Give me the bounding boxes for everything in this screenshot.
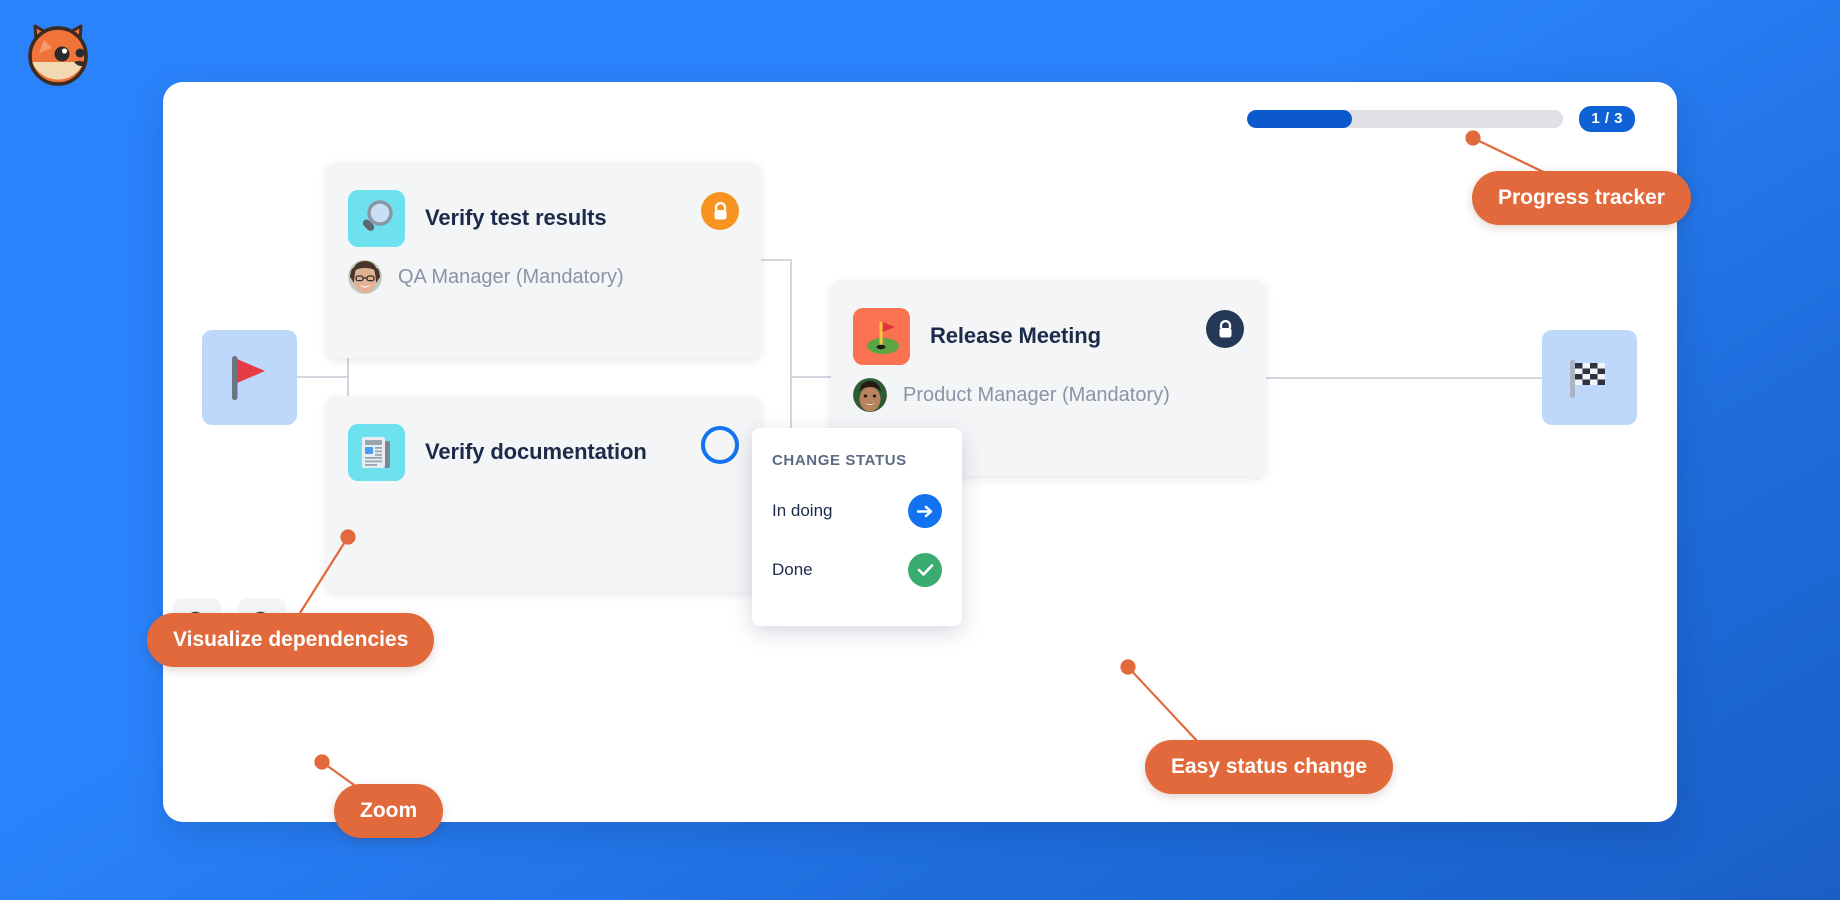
newspaper-icon (348, 423, 405, 481)
card-title: Verify test results (425, 205, 607, 230)
card-title: Verify documentation (425, 439, 647, 464)
progress-bar-track[interactable] (1247, 110, 1564, 128)
status-badge-lock[interactable] (701, 192, 739, 230)
callout-zoom: Zoom (334, 784, 444, 838)
avatar (348, 260, 382, 294)
fox-mascot-logo (28, 24, 88, 86)
status-option-done[interactable]: Done (772, 553, 942, 587)
card-assignee: QA Manager (Mandatory) (326, 254, 761, 294)
progress-bar-fill (1247, 110, 1352, 128)
card-title: Release Meeting (930, 323, 1101, 348)
assignee-label: QA Manager (Mandatory) (398, 265, 624, 288)
task-card-verify-test-results[interactable]: Verify test results QA Manager (Mandator… (326, 162, 761, 358)
change-status-title: CHANGE STATUS (772, 452, 907, 469)
status-option-in-doing[interactable]: In doing (772, 494, 942, 528)
card-header: Verify documentation (326, 396, 761, 488)
status-option-label: Done (772, 560, 813, 579)
status-badge-open-circle[interactable] (701, 426, 739, 464)
start-milestone[interactable] (202, 330, 297, 425)
lock-icon (1219, 319, 1231, 337)
callout-progress-tracker: Progress tracker (1472, 171, 1691, 225)
magnifying-glass-icon (348, 189, 405, 247)
callout-visualize-dependencies: Visualize dependencies (147, 613, 435, 667)
lock-icon (714, 201, 726, 219)
status-option-label: In doing (772, 501, 833, 520)
task-card-verify-documentation[interactable]: Verify documentation (326, 396, 761, 592)
change-status-dropdown[interactable]: CHANGE STATUS In doing Done (752, 428, 962, 626)
avatar (853, 378, 887, 412)
progress-badge: 1 / 3 (1579, 106, 1635, 132)
card-header: Release Meeting (831, 280, 1266, 372)
assignee-label: Product Manager (Mandatory) (903, 383, 1170, 406)
end-milestone[interactable] (1542, 330, 1637, 425)
checkered-flag-icon (1569, 359, 1605, 398)
progress-tracker: 1 / 3 (1247, 106, 1635, 132)
card-assignee: Product Manager (Mandatory) (831, 372, 1266, 412)
status-badge-lock[interactable] (1206, 310, 1244, 348)
red-flag-icon (231, 355, 265, 400)
card-header: Verify test results (326, 162, 761, 254)
workflow-canvas: 1 / 3 Verify test results QA Manager (Ma… (163, 82, 1677, 822)
arrow-right-icon[interactable] (908, 494, 942, 528)
golf-flag-icon (853, 307, 910, 365)
check-icon[interactable] (908, 553, 942, 587)
callout-easy-status-change: Easy status change (1145, 740, 1394, 794)
